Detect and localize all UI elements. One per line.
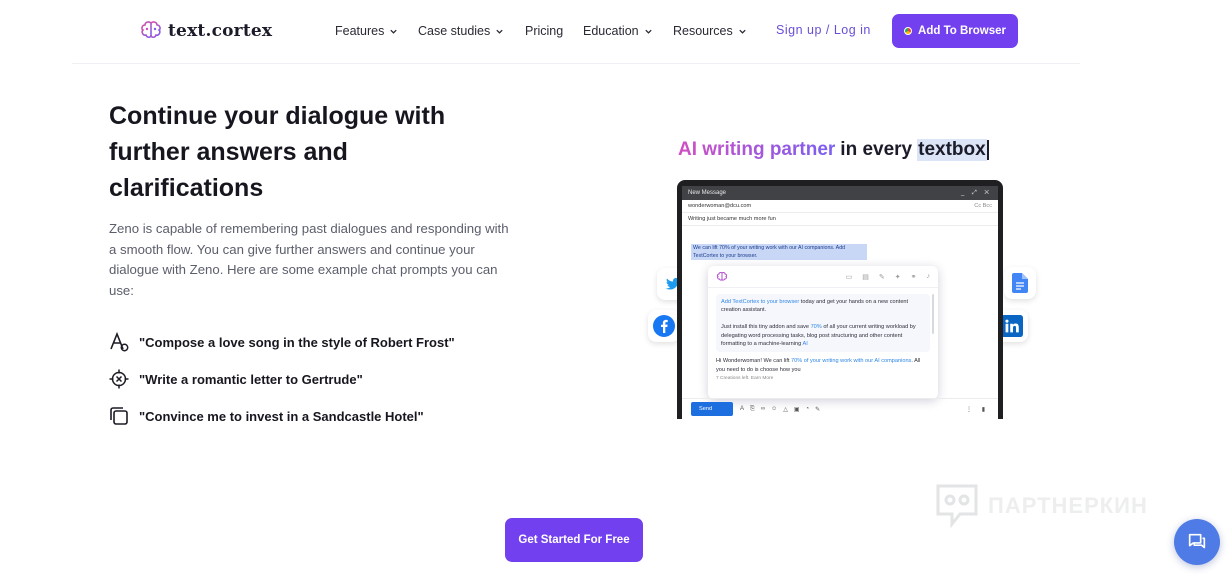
copy-icon [110, 407, 128, 425]
illustration-title-gradient: AI writing partner [678, 139, 836, 160]
nav-features[interactable]: Features [335, 24, 418, 38]
example-prompt-text: "Write a romantic letter to Gertrude" [139, 371, 363, 387]
main-nav: Features Case studies Pricing Education … [335, 20, 753, 42]
send-button: Send [691, 402, 733, 416]
nav-resources[interactable]: Resources [673, 24, 753, 38]
link-icon: ⚭ [910, 273, 917, 281]
illustration-title-mid: in every [840, 139, 913, 160]
chrome-icon [904, 27, 913, 35]
chevron-down-icon [390, 29, 397, 34]
nav-pricing-label: Pricing [525, 24, 564, 38]
assistant-reply-text: Hi Wonderwoman! We can lift [716, 358, 792, 365]
cc-bcc-label: Cc Bcc [974, 203, 992, 209]
assistant-scrollbar [932, 294, 934, 334]
text-cursor [986, 140, 989, 160]
email-compose-screen: New Message _ ⤢ ✕ wonderwoman@dcu.com Cc… [682, 186, 998, 419]
chevron-down-icon [496, 29, 503, 34]
watermark: ПАРТНЕРКИН [934, 482, 1148, 530]
wand-icon: ✎ [878, 273, 885, 281]
assistant-message-link: Add TextCortex to your browser [721, 299, 800, 305]
drive-icon: △ [783, 406, 788, 413]
header-divider [72, 63, 1080, 64]
paragraph-icon: ▭ [845, 273, 853, 281]
nav-resources-label: Resources [673, 24, 733, 38]
nav-case-studies[interactable]: Case studies [418, 24, 525, 38]
logo[interactable]: text.cortex [139, 18, 272, 44]
add-to-browser-button[interactable]: Add To Browser [892, 14, 1018, 48]
site-header: text.cortex Features Case studies Pricin… [0, 0, 1228, 64]
google-docs-icon [1004, 267, 1036, 299]
assistant-message: Add TextCortex to your browser today and… [716, 294, 930, 353]
nav-features-label: Features [335, 24, 385, 38]
laptop-mockup: New Message _ ⤢ ✕ wonderwoman@dcu.com Cc… [677, 180, 1003, 419]
ai-assistant-popup: ▭ ▤ ✎ ✦ ⚭ ♪ Add TextCortex to your brows… [708, 266, 938, 399]
target-icon [109, 369, 129, 389]
chat-icon [1188, 533, 1206, 549]
illustration-title: AI writing partner in every textbox [678, 139, 989, 161]
document-icon: ▤ [862, 273, 869, 281]
chevron-down-icon [739, 29, 746, 34]
font-style-icon [110, 331, 129, 352]
assistant-message-link: AI [802, 341, 808, 348]
creations-left-text: 7 Creations left. Earn More [716, 376, 774, 382]
assistant-header: ▭ ▤ ✎ ✦ ⚭ ♪ [708, 266, 938, 288]
pen-icon: ✎ [815, 406, 821, 413]
lock-icon: ◔ [805, 405, 810, 412]
assistant-reply-link: 70% of your writing work with our AI com… [791, 358, 912, 365]
assistant-reply: Hi Wonderwoman! We can lift 70% of your … [716, 357, 930, 374]
to-address: wonderwoman@dcu.com [688, 203, 752, 209]
compose-footer: Send A ⎘ ∞ ☺ △ ▣ ◔ ✎ ⋮ ▮ [682, 398, 998, 419]
more-options-icon: ⋮ ▮ [966, 406, 989, 413]
subject-field: Writing just became much more fun [682, 213, 998, 226]
nav-education-label: Education [583, 24, 639, 38]
chevron-down-icon [644, 29, 652, 34]
example-prompt: "Convince me to invest in a Sandcastle H… [108, 405, 424, 427]
logo-text: text.cortex [168, 21, 273, 41]
watermark-logo-icon [936, 484, 978, 529]
nav-case-studies-label: Case studies [418, 24, 491, 38]
assistant-toolbar: ▭ ▤ ✎ ✦ ⚭ ♪ [846, 273, 930, 281]
example-prompt-text: "Compose a love song in the style of Rob… [139, 334, 455, 350]
format-text-icon: A [740, 405, 745, 412]
compose-window-bar: New Message _ ⤢ ✕ [682, 186, 998, 200]
nav-education[interactable]: Education [583, 24, 673, 38]
facebook-icon [648, 310, 680, 342]
add-to-browser-label: Add To Browser [918, 25, 1006, 37]
assistant-message-link: 70% [810, 324, 822, 331]
link-icon: ∞ [760, 405, 766, 412]
get-started-button[interactable]: Get Started For Free [505, 518, 643, 562]
example-prompt: "Compose a love song in the style of Rob… [108, 331, 455, 353]
compose-window-title: New Message [688, 190, 727, 196]
window-controls-icon: _ ⤢ ✕ [960, 189, 992, 196]
watermark-text: ПАРТНЕРКИН [988, 493, 1148, 518]
emoji-icon: ☺ [771, 405, 778, 412]
subject-text: Writing just became much more fun [688, 216, 776, 222]
section-headline: Continue your dialogue with further answ… [109, 102, 446, 202]
to-field: wonderwoman@dcu.com Cc Bcc [682, 200, 998, 213]
image-icon: ▣ [793, 406, 800, 413]
brain-logo-icon [716, 271, 728, 281]
compose-format-icons: A ⎘ ∞ ☺ △ ▣ ◔ ✎ [740, 406, 820, 413]
chat-widget-button[interactable] [1174, 519, 1220, 565]
nav-pricing[interactable]: Pricing [525, 24, 583, 38]
example-prompt: "Write a romantic letter to Gertrude" [108, 368, 363, 390]
illustration-title-highlight: textbox [917, 139, 987, 161]
section-description: Zeno is capable of remembering past dial… [109, 221, 509, 298]
selected-body-text: We can lift 70% of your writing work wit… [691, 244, 867, 260]
attach-icon: ⎘ [750, 405, 755, 412]
assistant-message-text: Just install this tiny addon and save [721, 324, 811, 331]
example-prompt-text: "Convince me to invest in a Sandcastle H… [139, 408, 424, 424]
signup-login-link[interactable]: Sign up / Log in [776, 23, 871, 37]
brain-logo-icon [141, 21, 161, 39]
mic-icon: ♪ [926, 272, 931, 280]
sparkle-icon: ✦ [894, 273, 901, 281]
